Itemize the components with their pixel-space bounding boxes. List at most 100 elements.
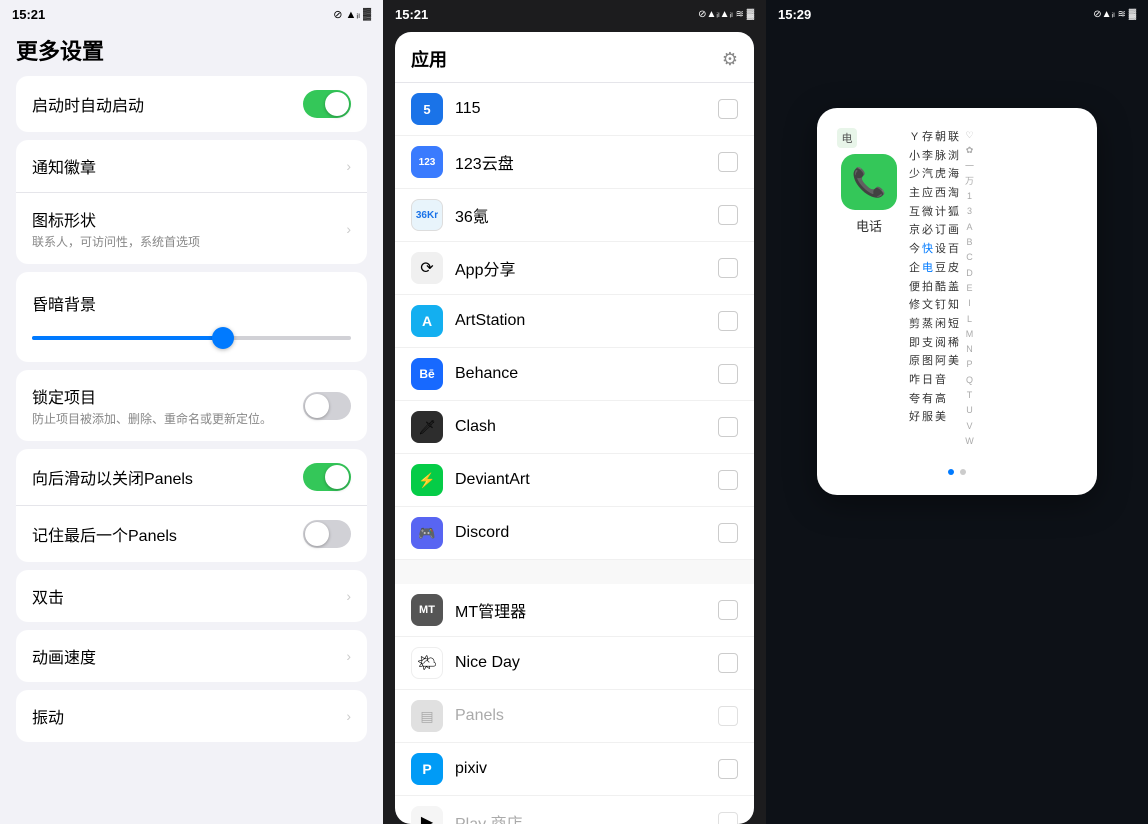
swipe-close-toggle[interactable] [303, 463, 351, 491]
signal-icon-2: ⊘▲ᵢₗ▲ᵢₗ ≋ ▓ [698, 9, 754, 20]
popup-content: 电 📞 电话 Y 小 少 主 互 京 今 企 便 修 [837, 128, 1077, 449]
app-item-36k[interactable]: 36Kr 36氪 [395, 189, 754, 242]
app-item-niceday[interactable]: 🌤 Nice Day [395, 637, 754, 690]
app-item-clash[interactable]: 🗡 Clash [395, 401, 754, 454]
contact-col-2: 存 李 汽 应 微 必 快 电 拍 文 蒸 支 图 日 有 服 [922, 128, 933, 449]
app-checkbox-115[interactable] [718, 99, 738, 119]
app-item-discord[interactable]: 🎮 Discord [395, 507, 754, 560]
status-icons-2: ⊘▲ᵢₗ▲ᵢₗ ≋ ▓ [698, 9, 754, 20]
settings-group-vibration: 振动 › [16, 690, 367, 742]
app-icon-clash: 🗡 [411, 411, 443, 443]
lock-toggle[interactable] [303, 392, 351, 420]
slider-thumb[interactable] [212, 327, 234, 349]
dim-label: 昏暗背景 [32, 291, 96, 315]
slider-container [16, 324, 367, 362]
app-list-container: 应用 ⚙ 5 115 123 123云盘 36Kr 36氪 [395, 32, 754, 824]
settings-item-double-tap[interactable]: 双击 › [16, 570, 367, 622]
app-item-115[interactable]: 5 115 [395, 83, 754, 136]
slider-track[interactable] [32, 336, 351, 340]
app-checkbox-behance[interactable] [718, 364, 738, 384]
app-item-appshare[interactable]: ⟳ App分享 [395, 242, 754, 295]
app-item-deviantart[interactable]: ⚡ DeviantArt [395, 454, 754, 507]
animation-chevron: › [346, 648, 351, 664]
wifi-icon: ▲ᵢₗ [346, 8, 360, 21]
settings-item-vibration[interactable]: 振动 › [16, 690, 367, 742]
battery-icon: ▓ [363, 8, 371, 20]
app-item-behance[interactable]: Bē Behance [395, 348, 754, 401]
autostart-label: 启动时自动启动 [32, 92, 144, 116]
app-list-title: 应用 [411, 46, 447, 72]
settings-item-animation[interactable]: 动画速度 › [16, 630, 367, 682]
lock-sub: 防止项目被添加、删除、重命名或更新定位。 [32, 410, 272, 427]
app-checkbox-pixiv[interactable] [718, 759, 738, 779]
app-name-appshare: App分享 [455, 256, 706, 280]
app-checkbox-36k[interactable] [718, 205, 738, 225]
settings-group-autostart: 启动时自动启动 [16, 76, 367, 132]
phone-popup: 电 📞 电话 Y 小 少 主 互 京 今 企 便 修 [817, 108, 1097, 495]
remember-panels-label: 记住最后一个Panels [32, 522, 177, 546]
settings-item-remember-panels: 记住最后一个Panels [16, 506, 367, 562]
app-icon-36k: 36Kr [411, 199, 443, 231]
phone-section: 电 📞 电话 [837, 128, 901, 235]
app-checkbox-niceday[interactable] [718, 653, 738, 673]
app-name-play: Play 商店 [455, 810, 706, 824]
settings-item-badge[interactable]: 通知徽章 › [16, 140, 367, 193]
status-time-3: 15:29 [778, 7, 811, 22]
settings-item-dim: 昏暗背景 [16, 272, 367, 324]
settings-item-autostart: 启动时自动启动 [16, 76, 367, 132]
icon-shape-label: 图标形状 [32, 207, 200, 231]
app-name-artstation: ArtStation [455, 312, 706, 330]
app-checkbox-clash[interactable] [718, 417, 738, 437]
status-time-1: 15:21 [12, 7, 45, 22]
app-item-pixiv[interactable]: P pixiv [395, 743, 754, 796]
autostart-toggle[interactable] [303, 90, 351, 118]
settings-item-icon-shape[interactable]: 图标形状 联系人，可访问性，系统首选项 › [16, 193, 367, 264]
app-item-artstation[interactable]: A ArtStation [395, 295, 754, 348]
app-checkbox-123[interactable] [718, 152, 738, 172]
app-icon-panels: ▤ [411, 700, 443, 732]
app-name-36k: 36氪 [455, 203, 706, 227]
dot-2 [960, 469, 966, 475]
app-name-panels: Panels [455, 707, 706, 725]
popup-dots [948, 469, 966, 475]
contact-col-1: Y 小 少 主 互 京 今 企 便 修 剪 即 原 咋 夸 好 [909, 128, 920, 449]
app-checkbox-artstation[interactable] [718, 311, 738, 331]
phone-app-icon[interactable]: 📞 [841, 154, 897, 210]
app-item-mt[interactable]: MT MT管理器 [395, 584, 754, 637]
app-icon-artstation: A [411, 305, 443, 337]
animation-label: 动画速度 [32, 644, 96, 668]
gear-icon[interactable]: ⚙ [722, 49, 738, 70]
app-item-play[interactable]: ▶ Play 商店 [395, 796, 754, 824]
app-item-panels[interactable]: ▤ Panels [395, 690, 754, 743]
remember-panels-toggle[interactable] [303, 520, 351, 548]
app-list-header: 应用 ⚙ [395, 32, 754, 83]
app-icon-mt: MT [411, 594, 443, 626]
settings-group-lock: 锁定项目 防止项目被添加、删除、重命名或更新定位。 [16, 370, 367, 441]
contact-col-4: 联 浏 海 淘 狐 画 百 皮 盖 知 短 稀 美 [948, 128, 959, 449]
app-checkbox-play[interactable] [718, 812, 738, 824]
app-checkbox-appshare[interactable] [718, 258, 738, 278]
app-icon-niceday: 🌤 [411, 647, 443, 679]
app-checkbox-discord[interactable] [718, 523, 738, 543]
app-item-123[interactable]: 123 123云盘 [395, 136, 754, 189]
app-name-niceday: Nice Day [455, 654, 706, 672]
status-bar-3: 15:29 ⊘▲ᵢₗ ≋ ▓ [766, 0, 1148, 28]
phone-app-label: 电话 [856, 216, 882, 235]
app-list-scroll[interactable]: 5 115 123 123云盘 36Kr 36氪 ⟳ [395, 83, 754, 824]
app-icon-deviantart: ⚡ [411, 464, 443, 496]
status-bar-2: 15:21 ⊘▲ᵢₗ▲ᵢₗ ≋ ▓ [383, 0, 766, 28]
settings-panel: 15:21 ⊘ ▲ᵢₗ ▓ 更多设置 启动时自动启动 通知徽章 › [0, 0, 383, 824]
app-name-123: 123云盘 [455, 150, 706, 174]
app-checkbox-mt[interactable] [718, 600, 738, 620]
settings-group-dim: 昏暗背景 [16, 272, 367, 362]
app-name-clash: Clash [455, 418, 706, 436]
divider-gap-1 [395, 560, 754, 584]
app-checkbox-panels[interactable] [718, 706, 738, 726]
page-title: 更多设置 [16, 34, 367, 66]
app-checkbox-deviantart[interactable] [718, 470, 738, 490]
page-title-bar: 更多设置 [0, 28, 383, 76]
swipe-close-label: 向后滑动以关闭Panels [32, 465, 193, 489]
double-tap-chevron: › [346, 588, 351, 604]
app-icon-behance: Bē [411, 358, 443, 390]
slider-fill [32, 336, 223, 340]
